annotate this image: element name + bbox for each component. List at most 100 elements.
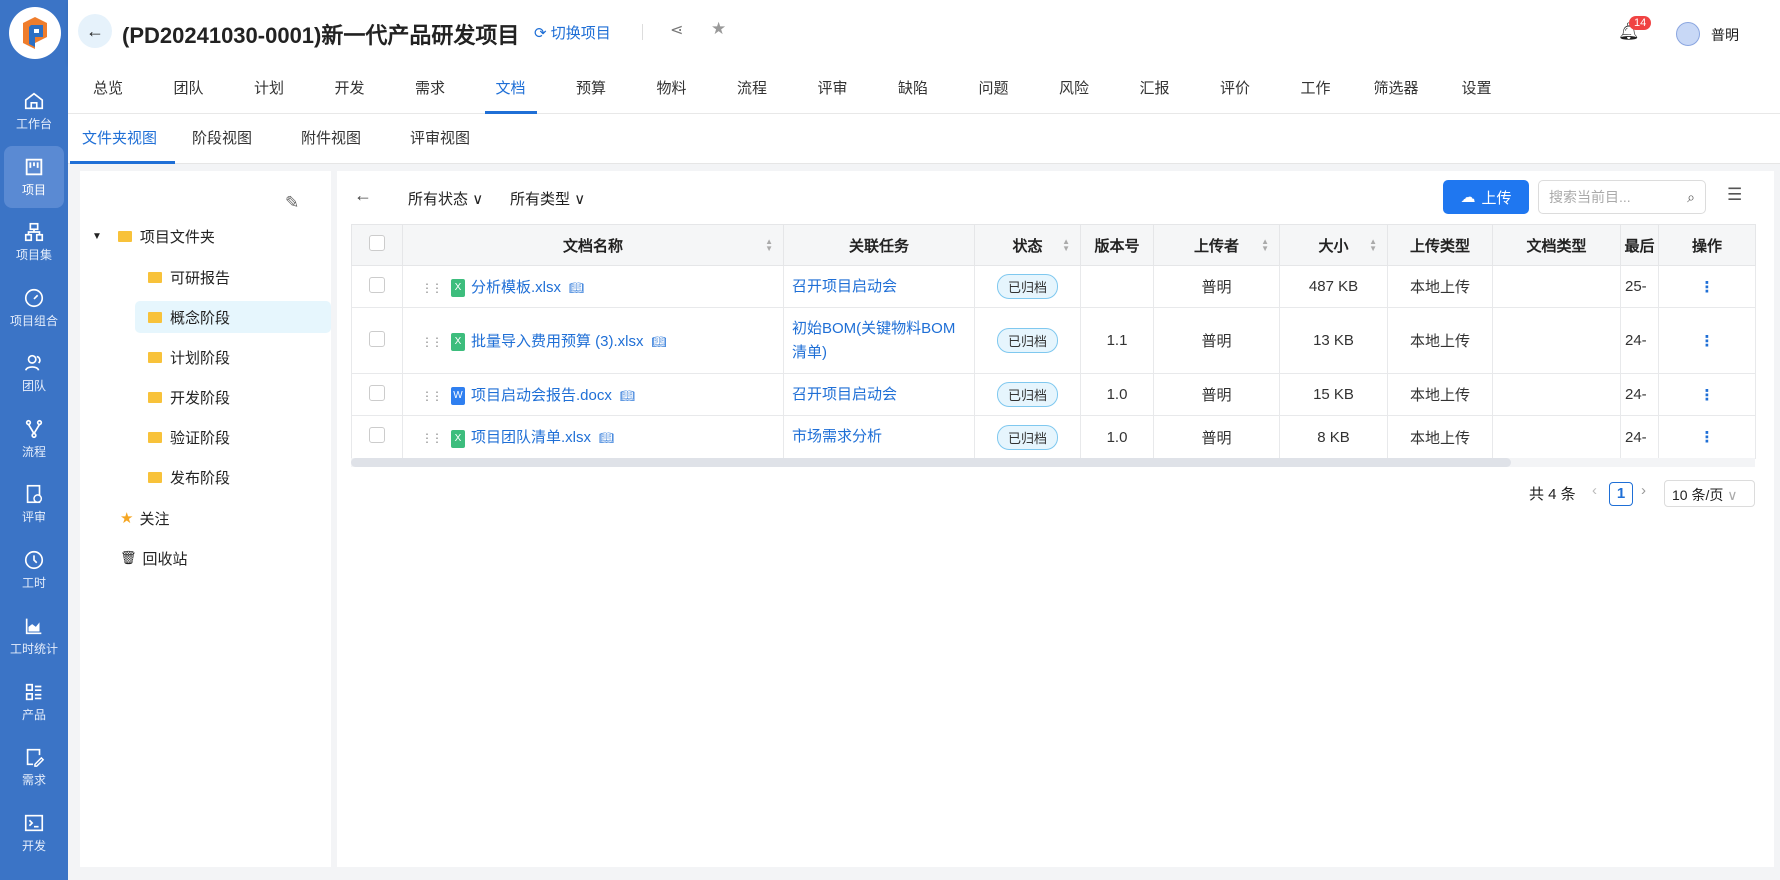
tab-14[interactable]: 评价 (1195, 63, 1275, 114)
tab-2[interactable]: 计划 (229, 63, 309, 114)
sidebar-item-8[interactable]: 工时统计 (4, 605, 64, 667)
tab-0[interactable]: 总览 (68, 63, 148, 114)
more-actions-icon[interactable]: ⋮ (1700, 429, 1715, 446)
tab-3[interactable]: 开发 (310, 63, 390, 114)
star-icon[interactable]: ★ (711, 19, 726, 39)
more-actions-icon[interactable]: ⋮ (1700, 333, 1715, 350)
task-link[interactable]: 召开项目启动会 (792, 278, 897, 295)
tree-folder-item[interactable]: 发布阶段 (148, 461, 230, 493)
tree-folder-item[interactable]: 概念阶段 (148, 301, 230, 333)
page-size-select[interactable]: 10 条/页 ∨ (1664, 480, 1755, 507)
tab-16[interactable]: 筛选器 (1356, 63, 1436, 114)
row-checkbox[interactable] (369, 384, 385, 401)
sidebar-item-4[interactable]: 团队 (4, 342, 64, 404)
sidebar-item-1[interactable]: 项目 (4, 146, 64, 208)
sort-icon[interactable]: ▲ ▼ (765, 238, 773, 253)
table-row[interactable]: ⋮⋮ X 批量导入费用预算 (3).xlsx 📖︎ 初始BOM(关键物料BOM清单) … (351, 307, 1756, 374)
tab-15[interactable]: 工作 (1276, 63, 1356, 114)
table-row[interactable]: ⋮⋮ X 分析模板.xlsx 📖︎ 召开项目启动会 已归档 普明 487 KB 本地上… (351, 265, 1756, 308)
subtab-2[interactable]: 附件视图 (289, 114, 373, 164)
tree-folder-item[interactable]: 开发阶段 (148, 381, 230, 413)
doc-name-link[interactable]: 分析模板.xlsx (471, 279, 561, 296)
tab-4[interactable]: 需求 (390, 63, 470, 114)
edit-icon[interactable]: ✎ (285, 193, 299, 213)
task-link[interactable]: 召开项目启动会 (792, 386, 897, 403)
drag-handle-icon[interactable]: ⋮⋮ (421, 431, 443, 445)
doc-name-link[interactable]: 项目团队清单.xlsx (471, 429, 591, 446)
tree-favorites[interactable]: ★ 关注 (120, 502, 169, 534)
back-button[interactable]: ← (78, 14, 112, 48)
table-row[interactable]: ⋮⋮ X 项目团队清单.xlsx 📖︎ 市场需求分析 已归档 1.0 普明 8 KB … (351, 415, 1756, 459)
row-checkbox[interactable] (369, 276, 385, 293)
row-checkbox[interactable] (369, 427, 385, 443)
sort-icon[interactable]: ▲ ▼ (1369, 238, 1377, 253)
tab-17[interactable]: 设置 (1437, 63, 1517, 114)
back-arrow-icon[interactable]: ← (354, 185, 372, 206)
column-header[interactable]: 文档名称 ▲ ▼ (402, 224, 784, 266)
tree-folder-item[interactable]: 计划阶段 (148, 341, 230, 373)
tab-11[interactable]: 问题 (954, 63, 1034, 114)
sidebar-item-11[interactable]: 开发 (4, 802, 64, 864)
drag-handle-icon[interactable]: ⋮⋮ (421, 335, 443, 349)
sidebar-item-5[interactable]: 流程 (4, 408, 64, 470)
sidebar-item-10[interactable]: 需求 (4, 736, 64, 798)
tab-9[interactable]: 评审 (793, 63, 873, 114)
sidebar-item-6[interactable]: 评审 (4, 473, 64, 535)
tab-8[interactable]: 流程 (712, 63, 792, 114)
sidebar-item-2[interactable]: 项目集 (4, 211, 64, 273)
search-input[interactable]: 搜索当前目... ⌕ (1538, 180, 1706, 214)
sort-icon[interactable]: ▲ ▼ (1261, 238, 1269, 253)
doc-name-link[interactable]: 批量导入费用预算 (3).xlsx (471, 333, 644, 350)
sidebar-item-0[interactable]: 工作台 (4, 80, 64, 142)
more-actions-icon[interactable]: ⋮ (1700, 387, 1715, 404)
tab-10[interactable]: 缺陷 (873, 63, 953, 114)
preview-book-icon[interactable]: 📖︎ (599, 431, 614, 445)
preview-book-icon[interactable]: 📖︎ (569, 281, 584, 295)
task-link[interactable]: 初始BOM(关键物料BOM清单) (792, 320, 955, 361)
tree-root[interactable]: ▼ 项目文件夹 (92, 220, 215, 252)
column-header[interactable]: 上传者 ▲ ▼ (1153, 224, 1280, 266)
tab-12[interactable]: 风险 (1034, 63, 1114, 114)
column-header[interactable]: 状态 ▲ ▼ (974, 224, 1081, 266)
column-header[interactable]: 大小 ▲ ▼ (1279, 224, 1388, 266)
switch-project-button[interactable]: ⟳ 切换项目 (534, 22, 611, 43)
sidebar-item-9[interactable]: 产品 (4, 671, 64, 733)
scrollbar-thumb[interactable] (351, 458, 1511, 467)
status-filter[interactable]: 所有状态 ∨ (408, 188, 483, 209)
drag-handle-icon[interactable]: ⋮⋮ (421, 389, 443, 403)
tree-recycle-bin[interactable]: 🗑︎ 回收站 (120, 542, 188, 574)
tab-13[interactable]: 汇报 (1115, 63, 1195, 114)
horizontal-scrollbar[interactable] (351, 458, 1755, 467)
upload-button[interactable]: ☁︎ 上传 (1443, 180, 1529, 214)
user-name[interactable]: 普明 (1711, 25, 1739, 45)
tab-1[interactable]: 团队 (149, 63, 229, 114)
select-all-checkbox[interactable] (369, 235, 385, 251)
avatar[interactable] (1676, 22, 1700, 46)
subtab-1[interactable]: 阶段视图 (180, 114, 264, 164)
subtab-0[interactable]: 文件夹视图 (70, 114, 175, 164)
search-icon[interactable]: ⌕ (1687, 189, 1695, 206)
tree-folder-item[interactable]: 可研报告 (148, 261, 230, 293)
type-filter[interactable]: 所有类型 ∨ (510, 188, 585, 209)
preview-book-icon[interactable]: 📖︎ (652, 335, 667, 349)
subtab-3[interactable]: 评审视图 (398, 114, 482, 164)
share-icon[interactable]: ⋖ (670, 20, 683, 40)
app-logo[interactable] (9, 7, 61, 59)
row-checkbox[interactable] (369, 330, 385, 347)
page-1[interactable]: 1 (1609, 482, 1633, 506)
task-link[interactable]: 市场需求分析 (792, 428, 882, 445)
caret-down-icon[interactable]: ▼ (92, 231, 102, 242)
sidebar-item-3[interactable]: 项目组合 (4, 277, 64, 339)
tab-7[interactable]: 物料 (632, 63, 712, 114)
doc-name-link[interactable]: 项目启动会报告.docx (471, 387, 612, 404)
prev-page-icon[interactable]: ‹ (1592, 482, 1597, 499)
more-actions-icon[interactable]: ⋮ (1700, 279, 1715, 296)
table-row[interactable]: ⋮⋮ W 项目启动会报告.docx 📖︎ 召开项目启动会 已归档 1.0 普明 15 … (351, 373, 1756, 416)
tab-6[interactable]: 预算 (551, 63, 631, 114)
sidebar-item-7[interactable]: 工时 (4, 539, 64, 601)
tree-folder-item[interactable]: 验证阶段 (148, 421, 230, 453)
column-settings-icon[interactable]: ☰ (1727, 185, 1742, 205)
drag-handle-icon[interactable]: ⋮⋮ (421, 281, 443, 295)
sort-icon[interactable]: ▲ ▼ (1062, 238, 1070, 253)
tab-5[interactable]: 文档 (471, 63, 551, 114)
